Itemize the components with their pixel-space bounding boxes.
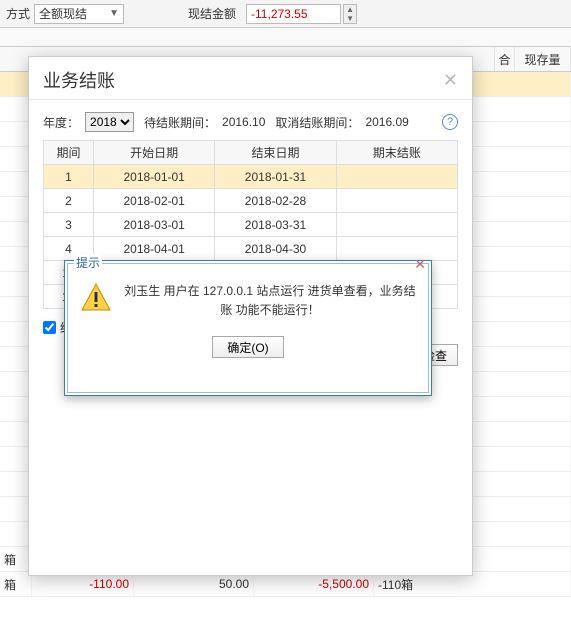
col-start: 开始日期 — [94, 141, 215, 165]
cash-label: 现结金额 — [184, 5, 240, 22]
table-cell — [336, 189, 457, 213]
close-icon[interactable]: ✕ — [443, 70, 458, 91]
table-cell: 2018-01-31 — [215, 165, 336, 189]
table-row[interactable]: 12018-01-012018-01-31 — [44, 165, 458, 189]
pending-period-label: 待结账期间： — [144, 114, 216, 131]
mode-label: 方式 — [2, 5, 34, 22]
dialog-title-bar: 业务结账 ✕ — [29, 57, 472, 100]
chevron-down-icon: ▼ — [109, 8, 119, 19]
dialog-title: 业务结账 — [43, 67, 115, 93]
year-row: 年度： 2018 待结账期间： 2016.10 取消结账期间： 2016.09 … — [43, 110, 458, 134]
alert-title: 提示 — [74, 254, 102, 271]
col-close: 期末结账 — [336, 141, 457, 165]
cash-spinner[interactable]: ▲ ▼ — [343, 4, 357, 24]
table-cell: 2018-01-01 — [94, 165, 215, 189]
warning-icon — [80, 282, 112, 320]
mode-combo[interactable]: 全额现结 ▼ — [34, 4, 124, 24]
spin-down-icon[interactable]: ▼ — [344, 14, 356, 23]
table-cell — [336, 237, 457, 261]
table-row[interactable]: 22018-02-012018-02-28 — [44, 189, 458, 213]
table-cell: 2 — [44, 189, 94, 213]
cash-amount-field[interactable]: -11,273.55 — [246, 4, 341, 24]
alert-message: 刘玉生 用户在 127.0.0.1 站点运行 进货单查看，业务结账 功能不能运行… — [124, 282, 416, 320]
col-end: 结束日期 — [215, 141, 336, 165]
alert-close-icon[interactable]: ✕ — [414, 256, 426, 273]
year-label: 年度： — [43, 114, 79, 131]
cash-value: -11,273.55 — [251, 7, 308, 21]
table-cell: 2018-04-30 — [215, 237, 336, 261]
pending-period-value: 2016.10 — [222, 115, 265, 129]
table-cell: 3 — [44, 213, 94, 237]
spin-up-icon[interactable]: ▲ — [344, 5, 356, 14]
table-cell: 2018-02-28 — [215, 189, 336, 213]
cancel-period-label: 取消结账期间： — [275, 114, 359, 131]
year-select[interactable]: 2018 — [85, 112, 134, 132]
table-cell: 2018-02-01 — [94, 189, 215, 213]
alert-dialog: 提示 ✕ 刘玉生 用户在 127.0.0.1 站点运行 进货单查看，业务结账 功… — [64, 260, 432, 396]
table-cell: 2018-03-01 — [94, 213, 215, 237]
bg-col-unit: 合 — [495, 47, 515, 71]
table-row[interactable]: 32018-03-012018-03-31 — [44, 213, 458, 237]
table-row[interactable]: 42018-04-012018-04-30 — [44, 237, 458, 261]
alert-ok-button[interactable]: 确定(O) — [212, 336, 283, 358]
table-cell: 1 — [44, 165, 94, 189]
table-cell: 2018-04-01 — [94, 237, 215, 261]
cancel-period-value: 2016.09 — [365, 115, 408, 129]
help-icon[interactable]: ? — [442, 114, 458, 130]
bg-col-stock: 现存量 — [515, 47, 571, 71]
table-cell — [336, 165, 457, 189]
auto-adjust-checkbox[interactable] — [43, 321, 56, 334]
table-cell — [336, 213, 457, 237]
col-period: 期间 — [44, 141, 94, 165]
mode-value: 全额现结 — [39, 5, 87, 22]
table-cell: 2018-03-31 — [215, 213, 336, 237]
top-bar: 方式 全额现结 ▼ 现结金额 -11,273.55 ▲ ▼ — [0, 0, 571, 28]
